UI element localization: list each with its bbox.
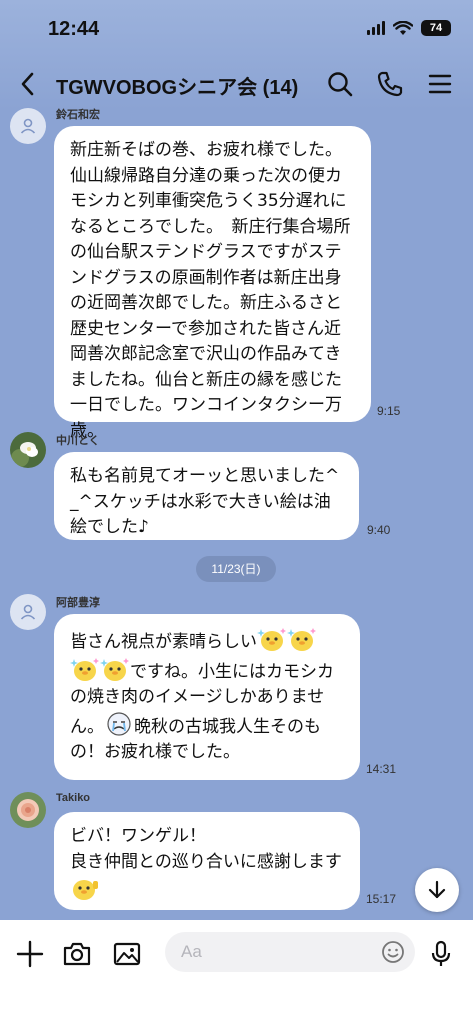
avatar[interactable]: [10, 108, 46, 144]
status-bar: 12:44 74: [0, 0, 473, 60]
search-icon[interactable]: [326, 70, 354, 98]
smile-icon[interactable]: [381, 940, 405, 964]
person-icon: [20, 604, 36, 620]
sender-name: 中川とく: [56, 435, 100, 447]
arrow-down-icon: [428, 880, 446, 899]
input-bar: Aa: [0, 920, 473, 1024]
message-time: 14:31: [366, 762, 397, 776]
sender-name: Takiko: [56, 792, 91, 804]
camera-icon[interactable]: [61, 938, 93, 970]
person-icon: [20, 118, 36, 134]
battery-indicator: 74: [421, 20, 451, 36]
sparkle-chick-emoji-icon: [257, 626, 287, 652]
menu-icon[interactable]: [426, 70, 454, 98]
message-input[interactable]: Aa: [165, 932, 415, 972]
image-icon[interactable]: [111, 938, 143, 970]
message-bubble[interactable]: 私も名前見てオーッと思いました^_^スケッチは水彩で大きい絵は油絵でした♪: [54, 452, 359, 540]
cellular-signal-icon: [367, 21, 385, 35]
sender-name: 鈴石和宏: [56, 109, 100, 121]
avatar[interactable]: [10, 792, 46, 828]
chat-title[interactable]: TGWVOBOGシニア会 (14): [56, 71, 298, 100]
avatar[interactable]: [10, 594, 46, 630]
sparkle-chick-emoji-icon: [287, 626, 317, 652]
date-separator: 11/23(日): [196, 556, 276, 582]
message-input-placeholder: Aa: [181, 942, 202, 961]
message-time: 15:17: [366, 892, 397, 906]
chevron-left-icon[interactable]: [14, 70, 42, 98]
sender-name: 阿部豊淳: [56, 597, 100, 609]
thumbs-up-chick-emoji-icon: [70, 875, 100, 901]
message-bubble[interactable]: 新庄新そばの巻、お疲れ様でした。仙山線帰路自分達の乗った次の便カモシカと列車衝突…: [54, 126, 371, 441]
scroll-to-bottom-button[interactable]: [415, 868, 459, 912]
message-bubble[interactable]: 皆さん視点が素晴らしいですね。小生にはカモシカの焼き肉のイメージしかありません。…: [54, 614, 360, 780]
status-icons: 74: [367, 20, 451, 36]
message-time: 9:40: [367, 523, 391, 537]
plus-icon[interactable]: [14, 938, 46, 970]
message-text-part: ビバ！ワンゲル！ 良き仲間との巡り合いに感謝します: [70, 826, 342, 872]
flower-photo-icon: [10, 432, 46, 468]
chat-header: TGWVOBOGシニア会 (14): [0, 62, 473, 106]
message-time: 9:15: [377, 404, 401, 418]
message-bubble[interactable]: ビバ！ワンゲル！ 良き仲間との巡り合いに感謝します: [54, 812, 360, 910]
message-text-part: 皆さん視点が素晴らしい: [70, 632, 257, 652]
sparkle-chick-emoji-icon: [70, 656, 100, 682]
phone-icon[interactable]: [376, 70, 404, 98]
crying-face-emoji-icon: [104, 711, 134, 737]
wifi-icon: [393, 20, 413, 35]
message-list[interactable]: 鈴石和宏 新庄新そばの巻、お疲れ様でした。仙山線帰路自分達の乗った次の便カモシカ…: [0, 106, 473, 920]
mic-icon[interactable]: [425, 938, 457, 970]
status-time: 12:44: [48, 18, 100, 40]
sparkle-chick-emoji-icon: [100, 656, 130, 682]
avatar[interactable]: [10, 432, 46, 468]
rose-photo-icon: [10, 792, 46, 828]
